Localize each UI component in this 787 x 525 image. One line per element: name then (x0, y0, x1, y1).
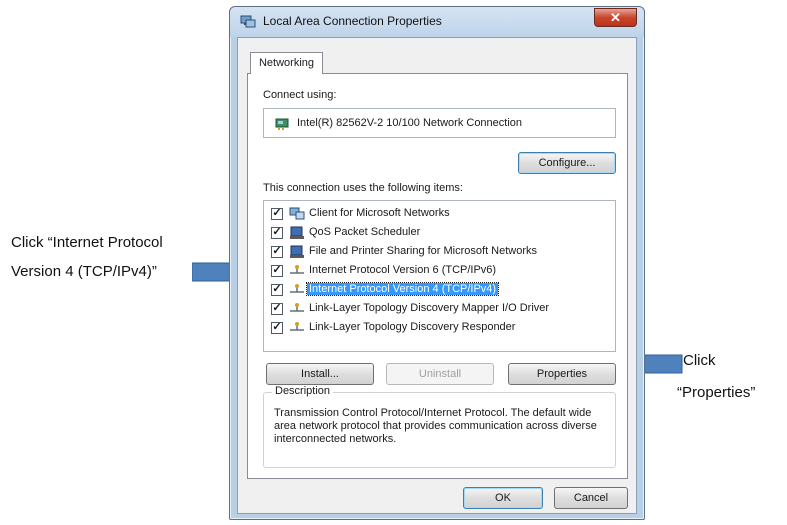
list-item-label: Link-Layer Topology Discovery Responder (309, 321, 516, 333)
tab-networking[interactable]: Networking (250, 52, 323, 74)
checkbox[interactable]: ✓ (271, 227, 283, 239)
adapter-display: Intel(R) 82562V-2 10/100 Network Connect… (263, 108, 616, 138)
close-icon: ✕ (610, 10, 621, 25)
list-item-label: QoS Packet Scheduler (309, 226, 421, 238)
list-item-ipv4[interactable]: ✓ Internet Protocol Version 4 (TCP/IPv4) (264, 281, 615, 299)
annotation-text: Click (683, 352, 716, 369)
list-item-label: Internet Protocol Version 6 (TCP/IPv6) (309, 264, 497, 276)
properties-button[interactable]: Properties (508, 363, 616, 385)
description-group: Description Transmission Control Protoco… (263, 385, 616, 468)
checkbox[interactable]: ✓ (271, 208, 283, 220)
list-item-lltd-mapper[interactable]: ✓ Link-Layer Topology Discovery Mapper I… (264, 300, 615, 318)
install-button[interactable]: Install... (266, 363, 374, 385)
checkbox[interactable]: ✓ (271, 303, 283, 315)
dialog-client-area: Networking Connect using: Intel(R) 82562… (237, 37, 637, 514)
description-text: Transmission Control Protocol/Internet P… (274, 407, 597, 445)
protocol-icon (290, 303, 304, 312)
protocol-icon (290, 322, 304, 331)
network-adapter-icon (275, 118, 289, 130)
window-title: Local Area Connection Properties (263, 14, 442, 28)
network-connection-icon (240, 15, 256, 28)
ok-button[interactable]: OK (463, 487, 543, 509)
annotation-text: “Properties” (677, 384, 756, 401)
networking-tab-panel: Connect using: Intel(R) 82562V-2 10/100 … (247, 73, 628, 479)
items-label: This connection uses the following items… (263, 182, 463, 194)
protocol-icon (290, 265, 304, 274)
protocol-icon (290, 284, 304, 293)
list-item-label: Internet Protocol Version 4 (TCP/IPv4) (305, 282, 500, 296)
list-item-label: File and Printer Sharing for Microsoft N… (309, 245, 538, 257)
list-item-lltd-responder[interactable]: ✓ Link-Layer Topology Discovery Responde… (264, 319, 615, 337)
list-item-label: Client for Microsoft Networks (309, 207, 450, 219)
checkbox[interactable]: ✓ (271, 322, 283, 334)
description-title: Description (272, 385, 334, 397)
annotation-text: Version 4 (TCP/IPv4)” (11, 263, 157, 280)
configure-button[interactable]: Configure... (518, 152, 616, 174)
checkbox[interactable]: ✓ (271, 284, 283, 296)
list-item-label: Link-Layer Topology Discovery Mapper I/O… (309, 302, 550, 314)
list-item-ipv6[interactable]: ✓ Internet Protocol Version 6 (TCP/IPv6) (264, 262, 615, 280)
adapter-name: Intel(R) 82562V-2 10/100 Network Connect… (297, 117, 523, 129)
checkbox[interactable]: ✓ (271, 265, 283, 277)
client-network-icon (289, 207, 305, 220)
list-item-client-for-microsoft-networks[interactable]: ✓ Client for Microsoft Networks (264, 205, 615, 223)
list-item-qos-packet-scheduler[interactable]: ✓ QoS Packet Scheduler (264, 224, 615, 242)
list-item-file-printer-sharing[interactable]: ✓ File and Printer Sharing for Microsoft… (264, 243, 615, 261)
properties-dialog: Local Area Connection Properties ✕ Netwo… (229, 6, 645, 520)
annotation-text: Click “Internet Protocol (11, 234, 163, 251)
connect-using-label: Connect using: (263, 89, 337, 101)
close-button[interactable]: ✕ (594, 8, 637, 27)
service-icon (290, 226, 304, 239)
title-bar[interactable]: Local Area Connection Properties ✕ (230, 7, 644, 37)
service-icon (290, 245, 304, 258)
checkbox[interactable]: ✓ (271, 246, 283, 258)
cancel-button[interactable]: Cancel (554, 487, 628, 509)
components-list[interactable]: ✓ Client for Microsoft Networks ✓ QoS Pa… (263, 200, 616, 352)
uninstall-button[interactable]: Uninstall (386, 363, 494, 385)
